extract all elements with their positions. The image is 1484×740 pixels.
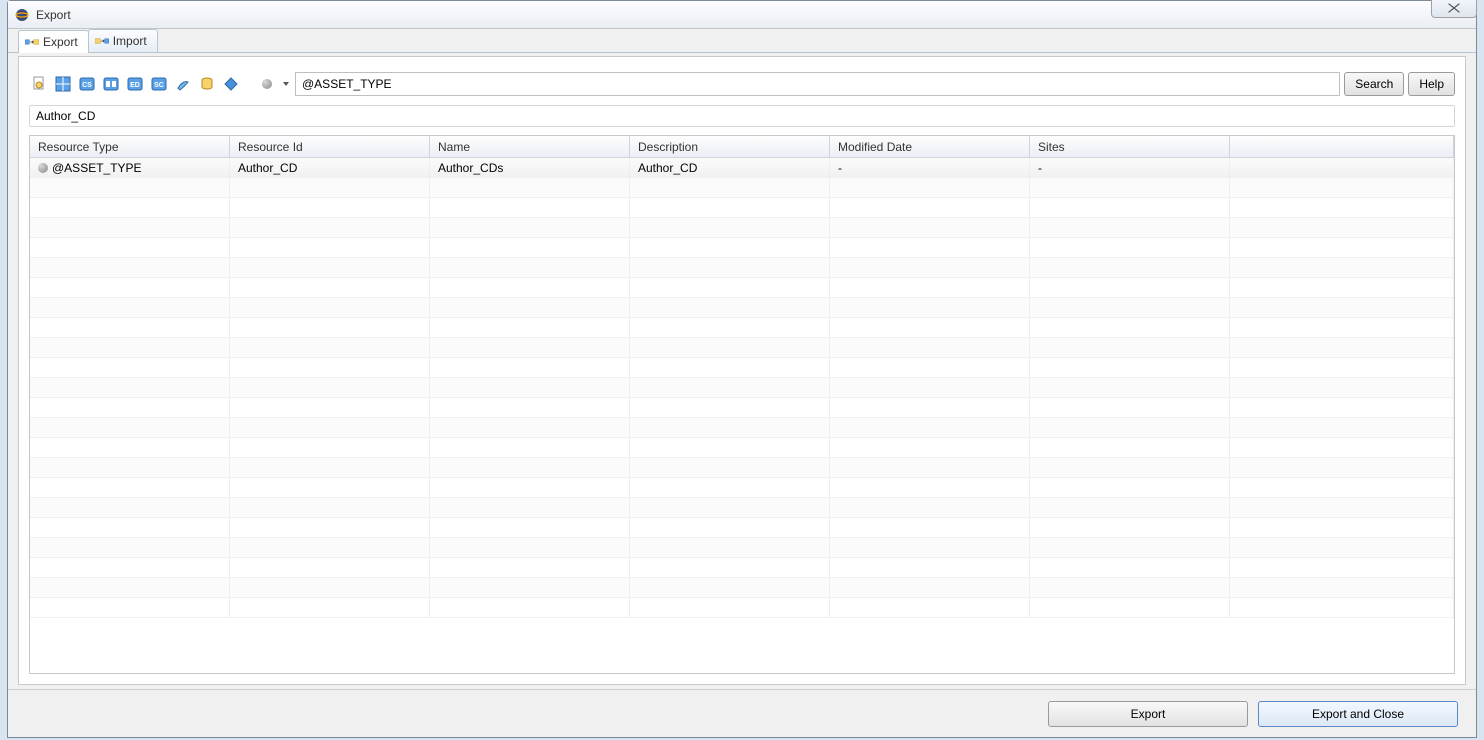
- footer: Export Export and Close: [8, 689, 1476, 737]
- col-description[interactable]: Description: [630, 136, 830, 157]
- breadcrumb-item: Author_CD: [36, 109, 95, 123]
- tabstrip: Export Import: [8, 29, 1476, 53]
- table-row[interactable]: @ASSET_TYPE Author_CD Author_CDs Author_…: [30, 158, 1454, 178]
- import-tab-icon: [95, 34, 109, 48]
- col-resource-id[interactable]: Resource Id: [230, 136, 430, 157]
- close-button[interactable]: [1431, 0, 1477, 18]
- tab-export[interactable]: Export: [18, 30, 89, 53]
- titlebar: Export: [8, 1, 1476, 29]
- filter-sc-icon[interactable]: SC: [149, 74, 169, 94]
- dropdown-arrow-icon[interactable]: [281, 74, 291, 94]
- col-name[interactable]: Name: [430, 136, 630, 157]
- col-modified-date[interactable]: Modified Date: [830, 136, 1030, 157]
- tab-label: Export: [43, 35, 78, 49]
- help-button[interactable]: Help: [1408, 72, 1455, 96]
- table-body: @ASSET_TYPE Author_CD Author_CDs Author_…: [30, 158, 1454, 618]
- cell-resource-id: Author_CD: [238, 161, 297, 175]
- filter-grid-icon[interactable]: [53, 74, 73, 94]
- col-resource-type[interactable]: Resource Type: [30, 136, 230, 157]
- breadcrumb[interactable]: Author_CD: [29, 105, 1455, 127]
- export-and-close-button[interactable]: Export and Close: [1258, 701, 1458, 727]
- cell-sites: -: [1038, 161, 1042, 175]
- cell-name: Author_CDs: [438, 161, 503, 175]
- cell-description: Author_CD: [638, 161, 697, 175]
- export-tab-icon: [25, 35, 39, 49]
- cell-resource-type: @ASSET_TYPE: [52, 161, 142, 175]
- filter-link-icon[interactable]: [101, 74, 121, 94]
- table-header: Resource Type Resource Id Name Descripti…: [30, 136, 1454, 158]
- col-spacer: [1230, 136, 1454, 157]
- filter-page-icon[interactable]: [29, 74, 49, 94]
- cell-modified-date: -: [838, 161, 842, 175]
- svg-text:SC: SC: [154, 82, 164, 89]
- filter-brush-icon[interactable]: [173, 74, 193, 94]
- filter-cs-icon[interactable]: CS: [77, 74, 97, 94]
- svg-text:CS: CS: [82, 82, 92, 89]
- toolbar: CS ED SC Search Help: [29, 67, 1455, 101]
- eclipse-icon: [14, 7, 30, 23]
- search-input[interactable]: [295, 72, 1340, 96]
- filter-tag-icon[interactable]: [221, 74, 241, 94]
- filter-db-icon[interactable]: [197, 74, 217, 94]
- svg-text:ED: ED: [130, 82, 140, 89]
- content-panel: CS ED SC Search Help Author_CD Resourc: [18, 56, 1466, 685]
- window-title: Export: [36, 8, 71, 22]
- tab-label: Import: [113, 34, 147, 48]
- search-button[interactable]: Search: [1344, 72, 1404, 96]
- results-table: Resource Type Resource Id Name Descripti…: [29, 135, 1455, 674]
- row-status-icon: [38, 163, 48, 173]
- filter-ed-icon[interactable]: ED: [125, 74, 145, 94]
- col-sites[interactable]: Sites: [1030, 136, 1230, 157]
- filter-sphere-icon[interactable]: [257, 74, 277, 94]
- export-button[interactable]: Export: [1048, 701, 1248, 727]
- tab-import[interactable]: Import: [88, 29, 158, 52]
- export-dialog: Export Export Import CS ED: [7, 0, 1477, 738]
